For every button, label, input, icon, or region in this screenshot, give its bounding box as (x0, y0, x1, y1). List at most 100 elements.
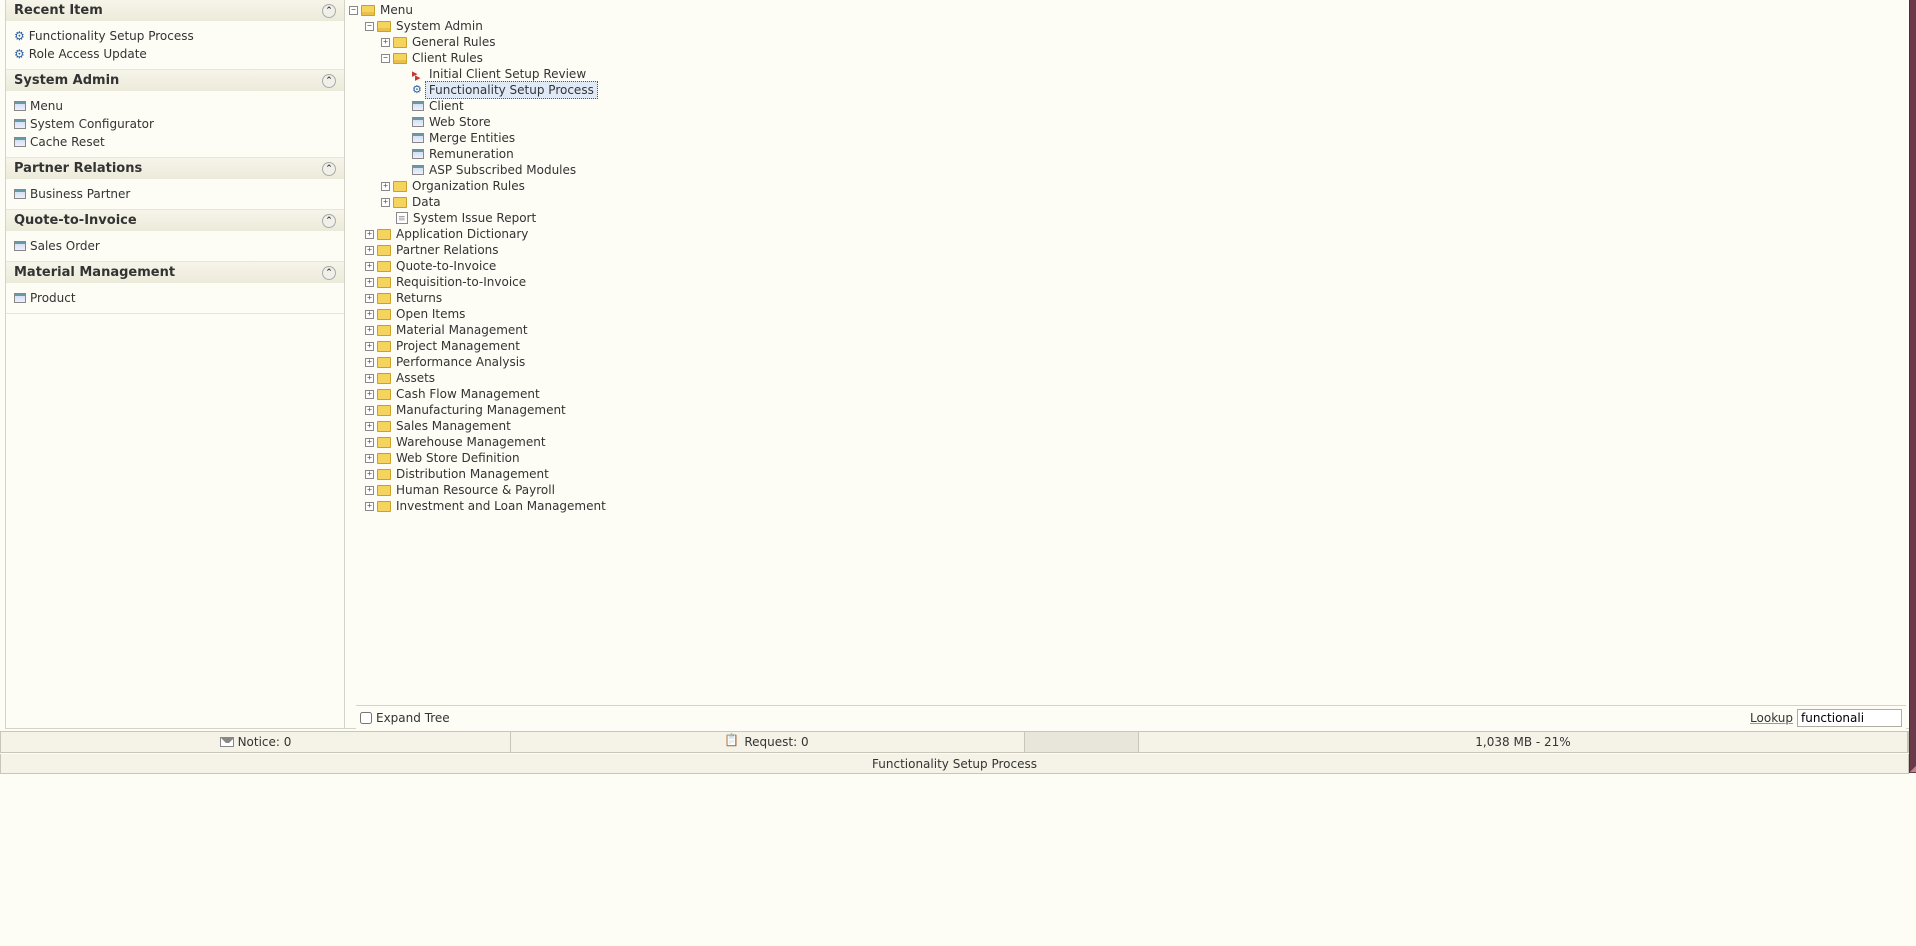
tree-row[interactable]: Web Store (347, 114, 1915, 130)
tree-node-label[interactable]: Performance Analysis (394, 354, 527, 370)
expand-plus-icon[interactable]: + (365, 502, 374, 511)
tree-row[interactable]: + Data (347, 194, 1915, 210)
panel-header[interactable]: Partner Relations⌃ (6, 158, 344, 179)
expand-plus-icon[interactable]: + (365, 278, 374, 287)
sidebar-item[interactable]: ⚙Functionality Setup Process (10, 27, 340, 45)
expand-plus-icon[interactable]: + (365, 294, 374, 303)
collapse-minus-icon[interactable]: − (381, 54, 390, 63)
tree-node-label[interactable]: Assets (394, 370, 437, 386)
tree-row[interactable]: + Manufacturing Management (347, 402, 1915, 418)
expand-plus-icon[interactable]: + (365, 246, 374, 255)
tree-node-label[interactable]: Quote-to-Invoice (394, 258, 498, 274)
tree-row[interactable]: Client (347, 98, 1915, 114)
tree-row[interactable]: Initial Client Setup Review (347, 66, 1915, 82)
tree-node-label[interactable]: Warehouse Management (394, 434, 548, 450)
collapse-icon[interactable]: ⌃ (322, 266, 336, 280)
tree-row[interactable]: + Organization Rules (347, 178, 1915, 194)
tree-node-label[interactable]: ASP Subscribed Modules (427, 162, 578, 178)
sidebar-item[interactable]: Product (10, 289, 340, 307)
tree-row[interactable]: − Menu (347, 2, 1915, 18)
tree-node-label[interactable]: Distribution Management (394, 466, 551, 482)
tree-node-label[interactable]: Client Rules (410, 50, 485, 66)
tree-node-label[interactable]: Material Management (394, 322, 530, 338)
tree-row[interactable]: + Performance Analysis (347, 354, 1915, 370)
expand-tree-checkbox[interactable] (360, 712, 372, 724)
collapse-icon[interactable]: ⌃ (322, 74, 336, 88)
tree-row[interactable]: ⚙Functionality Setup Process (347, 82, 1915, 98)
tree-node-label[interactable]: General Rules (410, 34, 497, 50)
tree-row[interactable]: + General Rules (347, 34, 1915, 50)
tree-node-label[interactable]: Initial Client Setup Review (427, 66, 588, 82)
sidebar-item[interactable]: System Configurator (10, 115, 340, 133)
tree-row[interactable]: + Web Store Definition (347, 450, 1915, 466)
expand-plus-icon[interactable]: + (381, 38, 390, 47)
expand-plus-icon[interactable]: + (381, 198, 390, 207)
expand-plus-icon[interactable]: + (365, 358, 374, 367)
panel-header[interactable]: Quote-to-Invoice⌃ (6, 210, 344, 231)
tree-node-label[interactable]: Organization Rules (410, 178, 527, 194)
tree-node-label[interactable]: Investment and Loan Management (394, 498, 608, 514)
tree-node-label[interactable]: Returns (394, 290, 444, 306)
expand-plus-icon[interactable]: + (365, 342, 374, 351)
expand-plus-icon[interactable]: + (365, 454, 374, 463)
tree-row[interactable]: Merge Entities (347, 130, 1915, 146)
tree-row[interactable]: ASP Subscribed Modules (347, 162, 1915, 178)
request-status[interactable]: Request: 0 (511, 732, 1025, 752)
expand-plus-icon[interactable]: + (365, 262, 374, 271)
sidebar-item[interactable]: Cache Reset (10, 133, 340, 151)
tree-row[interactable]: + Quote-to-Invoice (347, 258, 1915, 274)
sidebar-item[interactable]: ⚙Role Access Update (10, 45, 340, 63)
tree-row[interactable]: + Investment and Loan Management (347, 498, 1915, 514)
collapse-minus-icon[interactable]: − (365, 22, 374, 31)
tree-node-label[interactable]: Application Dictionary (394, 226, 530, 242)
tree-row[interactable]: System Issue Report (347, 210, 1915, 226)
tree-node-label[interactable]: System Admin (394, 18, 485, 34)
collapse-icon[interactable]: ⌃ (322, 162, 336, 176)
collapse-minus-icon[interactable]: − (349, 6, 358, 15)
tree-node-label[interactable]: Human Resource & Payroll (394, 482, 557, 498)
tree-row[interactable]: + Material Management (347, 322, 1915, 338)
tree-row[interactable]: + Partner Relations (347, 242, 1915, 258)
sidebar-item[interactable]: Business Partner (10, 185, 340, 203)
tree-node-label[interactable]: Manufacturing Management (394, 402, 568, 418)
tree-node-label[interactable]: Web Store (427, 114, 493, 130)
panel-header[interactable]: System Admin⌃ (6, 70, 344, 91)
tree-node-label[interactable]: Menu (378, 2, 415, 18)
tree-row[interactable]: +Cash Flow Management (347, 386, 1915, 402)
expand-plus-icon[interactable]: + (365, 230, 374, 239)
tree-node-label[interactable]: System Issue Report (411, 210, 538, 226)
tree-row[interactable]: + Human Resource & Payroll (347, 482, 1915, 498)
tree-row[interactable]: + Warehouse Management (347, 434, 1915, 450)
tree-node-label[interactable]: Partner Relations (394, 242, 501, 258)
tree-row[interactable]: + Application Dictionary (347, 226, 1915, 242)
expand-plus-icon[interactable]: + (381, 182, 390, 191)
tree-row[interactable]: + Returns (347, 290, 1915, 306)
tree-node-label[interactable]: Web Store Definition (394, 450, 522, 466)
tree-node-label[interactable]: Open Items (394, 306, 467, 322)
collapse-icon[interactable]: ⌃ (322, 214, 336, 228)
panel-header[interactable]: Recent Item⌃ (6, 0, 344, 21)
expand-plus-icon[interactable]: + (365, 390, 374, 399)
tree-row[interactable]: + Sales Management (347, 418, 1915, 434)
tree-node-label[interactable]: Project Management (394, 338, 522, 354)
expand-plus-icon[interactable]: + (365, 470, 374, 479)
collapse-icon[interactable]: ⌃ (322, 4, 336, 18)
panel-header[interactable]: Material Management⌃ (6, 262, 344, 283)
tree-node-label[interactable]: Requisition-to-Invoice (394, 274, 528, 290)
expand-plus-icon[interactable]: + (365, 326, 374, 335)
tree-row[interactable]: − System Admin (347, 18, 1915, 34)
tree-row[interactable]: − Client Rules (347, 50, 1915, 66)
expand-plus-icon[interactable]: + (365, 422, 374, 431)
sidebar-item[interactable]: Menu (10, 97, 340, 115)
expand-plus-icon[interactable]: + (365, 486, 374, 495)
tree-row[interactable]: + Assets (347, 370, 1915, 386)
expand-plus-icon[interactable]: + (365, 406, 374, 415)
tree-row[interactable]: + Distribution Management (347, 466, 1915, 482)
tree-node-label[interactable]: Sales Management (394, 418, 513, 434)
expand-plus-icon[interactable]: + (365, 438, 374, 447)
sidebar-item[interactable]: Sales Order (10, 237, 340, 255)
tree-node-label[interactable]: Data (410, 194, 443, 210)
expand-plus-icon[interactable]: + (365, 374, 374, 383)
tree-row[interactable]: + Requisition-to-Invoice (347, 274, 1915, 290)
tree-node-label[interactable]: Client (427, 98, 466, 114)
